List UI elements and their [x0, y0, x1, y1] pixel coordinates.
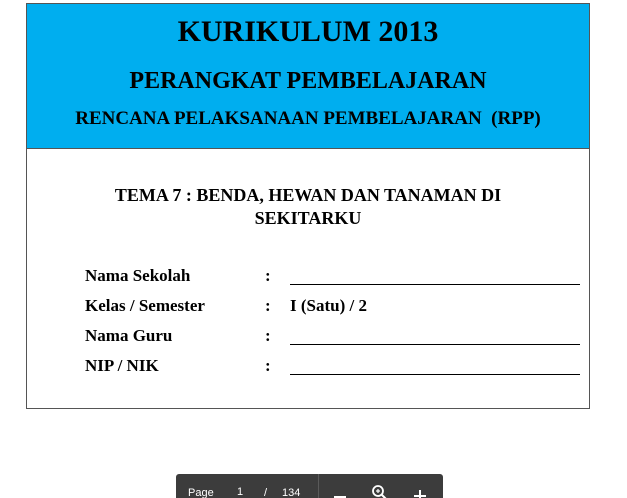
page-number-input[interactable]: [232, 485, 248, 498]
field-colon: :: [265, 356, 271, 375]
field-nama-sekolah: Nama Sekolah :: [85, 266, 585, 290]
field-label: Nama Sekolah: [85, 266, 191, 285]
page-total: 134: [282, 487, 301, 498]
field-label: Kelas / Semester: [85, 296, 205, 315]
field-label: NIP / NIK: [85, 356, 159, 375]
zoom-reset-button[interactable]: [368, 482, 390, 498]
field-value: I (Satu) / 2: [290, 296, 367, 315]
page-label: Page: [188, 487, 214, 498]
field-colon: :: [265, 266, 271, 285]
page-separator: /: [264, 487, 268, 498]
field-colon: :: [265, 326, 271, 345]
header-band: KURIKULUM 2013 PERANGKAT PEMBELAJARAN RE…: [27, 4, 589, 149]
magnifier-icon: [372, 485, 387, 498]
field-nip-nik: NIP / NIK :: [85, 356, 585, 380]
blank-line: [290, 344, 580, 345]
plus-icon: [414, 490, 426, 498]
document-subtitle: PERANGKAT PEMBELAJARAN: [129, 68, 487, 94]
blank-line: [290, 284, 580, 285]
zoom-out-button[interactable]: [329, 482, 351, 498]
document-title: KURIKULUM 2013: [177, 15, 439, 48]
theme-text: TEMA 7 : BENDA, HEWAN DAN TANAMAN DI SEK…: [114, 185, 502, 228]
blank-line: [290, 374, 580, 375]
field-kelas-semester: Kelas / Semester : I (Satu) / 2: [85, 296, 585, 320]
zoom-in-button[interactable]: [409, 482, 431, 498]
page-toolbar: Page / 134: [176, 474, 443, 498]
theme-heading: TEMA 7 : BENDA, HEWAN DAN TANAMAN DI SEK…: [27, 184, 589, 230]
field-nama-guru: Nama Guru :: [85, 326, 585, 350]
minus-icon: [334, 496, 346, 498]
document-page: KURIKULUM 2013 PERANGKAT PEMBELAJARAN RE…: [26, 3, 590, 409]
field-label: Nama Guru: [85, 326, 173, 345]
toolbar-divider: [318, 474, 319, 498]
document-subtitle-rpp: RENCANA PELAKSANAAN PEMBELAJARAN (RPP): [75, 108, 541, 129]
field-colon: :: [265, 296, 271, 315]
